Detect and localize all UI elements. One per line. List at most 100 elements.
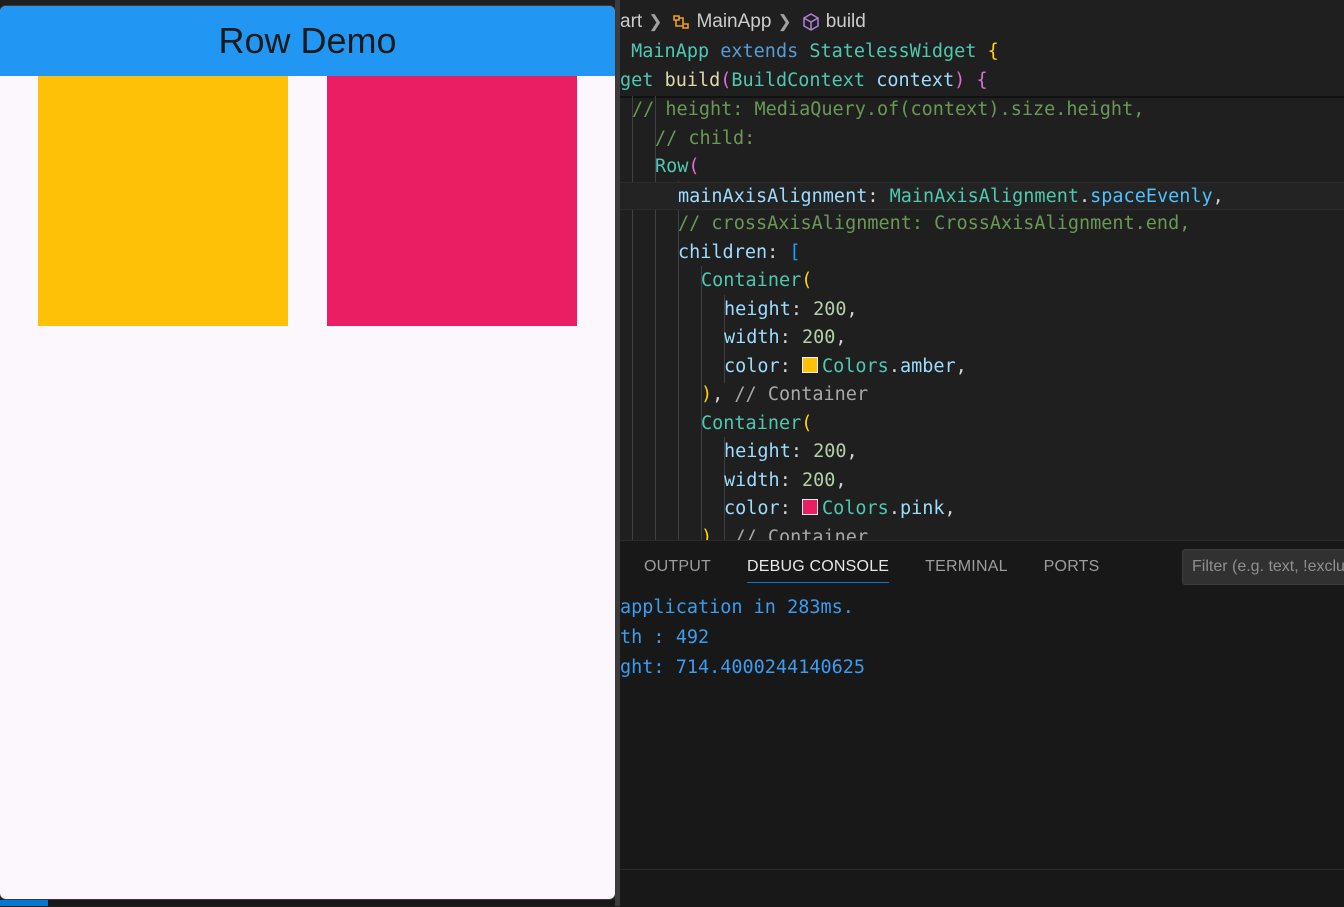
code-token: ,	[835, 327, 847, 348]
color-swatch-icon[interactable]	[801, 356, 818, 373]
code-token: // Container	[734, 526, 869, 541]
code-token: ,	[846, 298, 858, 320]
code-line[interactable]: // crossAxisAlignment: CrossAxisAlignmen…	[620, 210, 1344, 239]
code-token: pink	[899, 498, 945, 519]
console-line: ght: 714.4000244140625	[620, 657, 866, 678]
code-token: // child:	[655, 127, 756, 149]
code-token: amber	[899, 355, 956, 377]
console-line: application in 283ms.	[620, 597, 854, 618]
code-line[interactable]: ), // Container	[620, 524, 1344, 541]
sticky-code-line[interactable]: MainApp extends StatelessWidget {	[620, 38, 999, 67]
panel-tab-output[interactable]: OUTPUT	[644, 552, 711, 582]
code-token: :	[767, 241, 790, 263]
code-token: :	[779, 498, 802, 519]
code-token: // Container	[734, 384, 869, 405]
emulator-window: Row Demo	[0, 6, 615, 899]
code-token: width	[724, 327, 780, 348]
code-token: ,	[1212, 185, 1224, 207]
breadcrumb-class[interactable]: MainApp	[696, 11, 771, 33]
code-line[interactable]: ), // Container	[620, 381, 1344, 410]
code-line[interactable]: Row(	[620, 153, 1344, 182]
status-bar	[0, 900, 1344, 906]
code-token: extends	[720, 41, 810, 62]
code-token: :	[779, 355, 802, 377]
code-token: color	[724, 498, 780, 519]
code-token: {	[987, 41, 999, 62]
code-token: MainApp	[620, 41, 721, 62]
code-token: (	[801, 412, 813, 434]
breadcrumb-method[interactable]: build	[826, 11, 866, 33]
code-token: (	[688, 156, 700, 177]
code-token: ,	[955, 355, 967, 377]
code-token: ,	[846, 441, 858, 462]
code-token: Container	[701, 270, 802, 291]
code-token: .	[888, 355, 900, 377]
code-line[interactable]: height: 200,	[620, 438, 1344, 467]
chevron-right-icon: ❯	[777, 12, 792, 31]
panel-tabs: OUTPUT DEBUG CONSOLE TERMINAL PORTS	[620, 541, 1112, 593]
code-token: :	[779, 327, 802, 348]
code-line[interactable]: Container(	[620, 410, 1344, 439]
code-token: children	[678, 241, 768, 263]
divider	[620, 869, 1344, 870]
code-content[interactable]: // height: MediaQuery.of(context).size.h…	[620, 96, 1344, 540]
code-line[interactable]: children: [	[620, 239, 1344, 268]
breadcrumb: art ❯ MainApp ❯ build	[620, 6, 1344, 38]
code-line[interactable]: width: 200,	[620, 324, 1344, 353]
code-token: height	[724, 441, 791, 462]
panel-tab-debug-console[interactable]: DEBUG CONSOLE	[746, 552, 890, 583]
code-token: 200	[813, 441, 847, 462]
code-token: 200	[801, 469, 836, 491]
code-token: ,	[712, 384, 735, 405]
code-line[interactable]: color: Colors.pink,	[620, 495, 1344, 524]
console-line: th : 492	[620, 627, 710, 648]
code-token: ,	[944, 498, 956, 519]
code-token: )	[954, 69, 977, 91]
code-token: [	[789, 241, 801, 263]
code-token: .	[1079, 185, 1091, 207]
code-token: color	[724, 355, 780, 377]
code-line[interactable]: // height: MediaQuery.of(context).size.h…	[620, 96, 1344, 125]
code-token: :	[790, 441, 814, 462]
breadcrumb-file[interactable]: art	[620, 11, 642, 33]
code-token: context	[876, 69, 955, 91]
app-bar-title: Row Demo	[218, 20, 397, 61]
code-token: )	[701, 526, 713, 541]
code-line[interactable]: // child:	[620, 125, 1344, 154]
code-token: BuildContext	[731, 69, 877, 91]
code-token: Colors	[821, 355, 889, 377]
debug-console-output[interactable]: application in 283ms. th : 492 ght: 714.40…	[620, 593, 865, 683]
code-token: Colors	[821, 498, 889, 519]
code-line[interactable]: Container(	[620, 267, 1344, 296]
method-cube-icon	[800, 11, 822, 33]
code-line[interactable]: width: 200,	[620, 467, 1344, 496]
amber-container	[38, 76, 288, 326]
filter-input[interactable]: Filter (e.g. text, !exclude)	[1182, 549, 1344, 585]
app-bar: Row Demo	[0, 6, 615, 76]
color-swatch-icon[interactable]	[801, 499, 818, 515]
code-token: width	[724, 469, 780, 491]
bottom-panel: OUTPUT DEBUG CONSOLE TERMINAL PORTS Filter …	[620, 540, 1344, 907]
code-token: (	[801, 270, 813, 291]
code-token: mainAxisAlignment	[678, 185, 868, 207]
panel-tab-terminal[interactable]: TERMINAL	[925, 552, 1008, 582]
code-token: get	[620, 69, 665, 91]
code-token: ,	[835, 469, 847, 491]
code-token: Container	[701, 412, 802, 434]
sticky-scroll-header[interactable]: MainApp extends StatelessWidget {get bui…	[620, 38, 1344, 98]
code-line[interactable]: color: Colors.amber,	[620, 353, 1344, 382]
code-line[interactable]: mainAxisAlignment: MainAxisAlignment.spa…	[620, 181, 1344, 210]
code-token: // crossAxisAlignment: CrossAxisAlignmen…	[678, 213, 1191, 234]
sticky-code-line[interactable]: get build(BuildContext context) {	[620, 67, 988, 96]
code-token: MainAxisAlignment	[889, 185, 1079, 207]
remote-indicator[interactable]	[0, 900, 48, 906]
code-token: 200	[813, 298, 847, 320]
code-token: 200	[801, 327, 836, 348]
panel-tab-ports[interactable]: PORTS	[1044, 552, 1100, 582]
emulator-frame-edge	[615, 0, 620, 906]
code-token: // height: MediaQuery.of(context).size.h…	[632, 99, 1145, 120]
code-token: spaceEvenly	[1090, 185, 1213, 207]
code-token: :	[779, 469, 802, 491]
code-token: StatelessWidget	[809, 41, 988, 62]
code-line[interactable]: height: 200,	[620, 296, 1344, 325]
